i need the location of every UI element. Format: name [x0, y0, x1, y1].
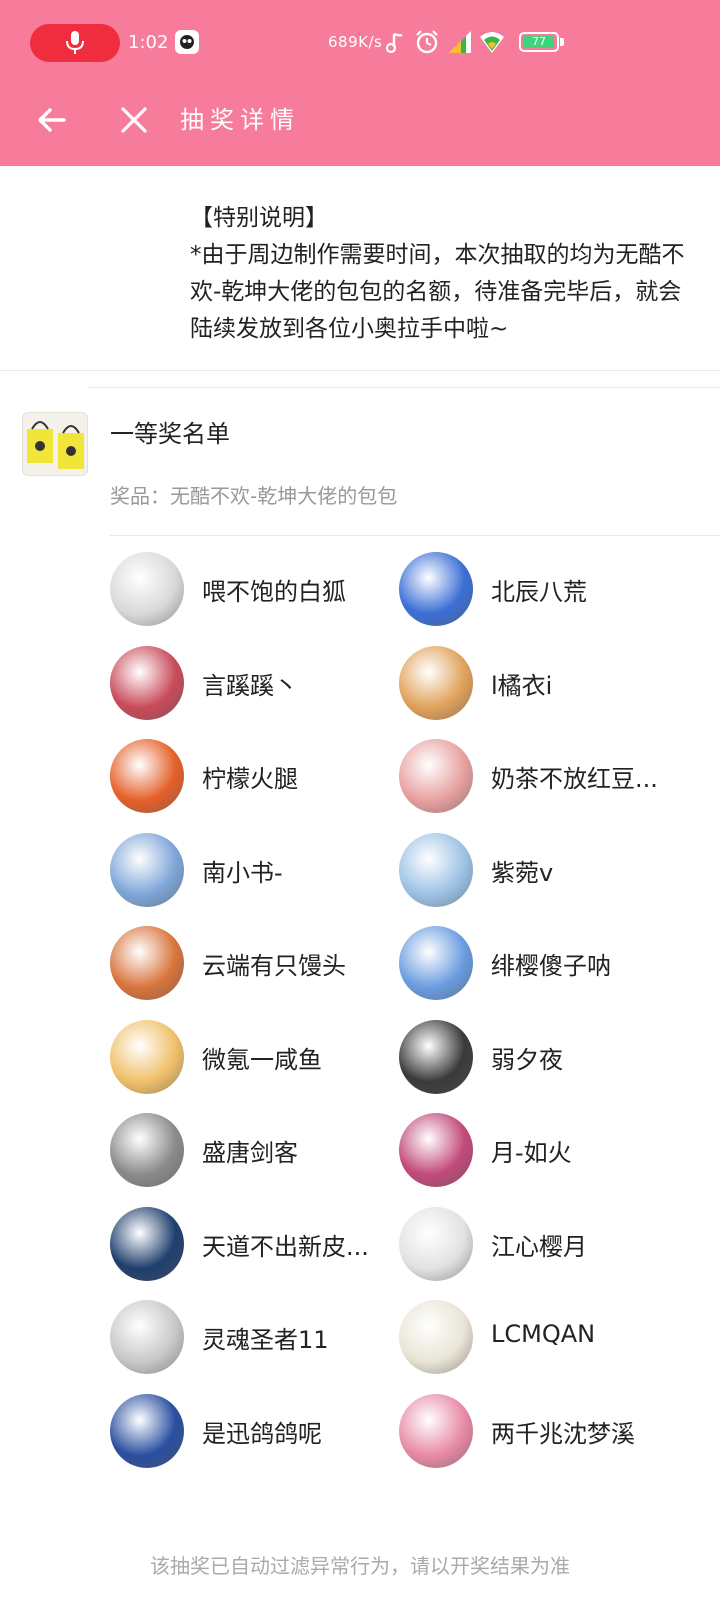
arrow-left-icon — [38, 108, 66, 132]
winner-item[interactable]: LCMQAN — [399, 1300, 689, 1376]
avatar[interactable] — [110, 1019, 184, 1094]
winner-item[interactable]: 云端有只馒头 — [110, 926, 400, 1002]
avatar[interactable] — [110, 832, 184, 907]
avatar[interactable] — [399, 1393, 473, 1468]
winner-name: 盛唐剑客 — [202, 1139, 298, 1167]
wifi-icon — [480, 32, 504, 53]
winner-name: 云端有只馒头 — [202, 952, 346, 980]
avatar[interactable] — [110, 1113, 184, 1187]
winner-name: 言蹊蹊丶 — [202, 671, 298, 700]
avatar[interactable] — [110, 645, 184, 720]
winner-item[interactable]: 灵魂圣者11 — [110, 1300, 400, 1376]
status-bar: 1:02 689K/s 77 — [0, 0, 720, 84]
note-heading: 【特别说明】 — [190, 205, 328, 231]
winner-name: 紫菀v — [491, 858, 554, 887]
mic-icon — [66, 31, 84, 54]
top-bar: 1:02 689K/s 77 抽奖详情 — [0, 0, 720, 166]
avatar[interactable] — [399, 1300, 473, 1374]
winner-item[interactable]: 月-如火 — [399, 1113, 689, 1189]
avatar[interactable] — [110, 1393, 184, 1468]
music-icon — [385, 32, 403, 54]
tote-bag-image — [27, 421, 84, 469]
divider — [0, 370, 720, 371]
avatar[interactable] — [110, 739, 184, 813]
winner-name: LCMQAN — [491, 1320, 596, 1348]
winner-item[interactable]: 天道不出新皮... — [110, 1206, 400, 1283]
winner-name: l橘衣i — [491, 671, 553, 700]
avatar[interactable] — [399, 1206, 473, 1281]
avatar[interactable] — [399, 832, 473, 907]
winner-item[interactable]: 微氪一咸鱼 — [110, 1019, 400, 1096]
winner-name: 灵魂圣者11 — [202, 1326, 329, 1354]
battery-tip — [560, 38, 564, 46]
winner-item[interactable]: 北辰八荒 — [399, 552, 689, 628]
alarm-icon — [416, 30, 438, 54]
winner-item[interactable]: 柠檬火腿 — [110, 739, 400, 815]
prize-item: 无酷不欢-乾坤大佬的包包 — [170, 484, 398, 508]
avatar[interactable] — [399, 926, 473, 1000]
prize-label: 奖品： — [110, 484, 170, 508]
winner-item[interactable]: 南小书- — [110, 832, 400, 909]
note-body: *由于周边制作需要时间，本次抽取的均为无酷不欢-乾坤大佬的包包的名额，待准备完毕… — [190, 242, 685, 342]
winner-item[interactable]: 绯樱傻子呐 — [399, 926, 689, 1002]
app-notification-icon — [175, 30, 199, 54]
avatar[interactable] — [110, 552, 184, 626]
recording-indicator[interactable] — [30, 24, 120, 62]
winner-name: 北辰八荒 — [491, 578, 587, 606]
avatar[interactable] — [399, 552, 473, 626]
prize-image[interactable] — [22, 412, 88, 476]
winner-name: 绯樱傻子呐 — [491, 952, 611, 980]
winner-item[interactable]: 是迅鸽鸽呢 — [110, 1393, 400, 1470]
winner-name: 两千兆沈梦溪 — [491, 1419, 635, 1448]
battery-icon: 77 — [519, 32, 559, 52]
winner-name: 微氪一咸鱼 — [202, 1045, 322, 1074]
avatar[interactable] — [110, 926, 184, 1000]
navigation-bar: 抽奖详情 — [0, 84, 720, 166]
avatar[interactable] — [110, 1206, 184, 1281]
winner-item[interactable]: 弱夕夜 — [399, 1019, 689, 1096]
winner-item[interactable]: 言蹊蹊丶 — [110, 645, 400, 722]
battery-level: 77 — [532, 35, 546, 48]
winner-item[interactable]: 喂不饱的白狐 — [110, 552, 400, 628]
winner-name: 奶茶不放红豆... — [491, 765, 658, 793]
winner-name: 天道不出新皮... — [202, 1232, 369, 1261]
page-title: 抽奖详情 — [180, 106, 300, 134]
winner-name: 江心樱月 — [491, 1232, 587, 1261]
winner-item[interactable]: 盛唐剑客 — [110, 1113, 400, 1189]
winner-item[interactable]: l橘衣i — [399, 645, 689, 722]
winner-item[interactable]: 紫菀v — [399, 832, 689, 909]
avatar[interactable] — [399, 1019, 473, 1094]
avatar[interactable] — [399, 645, 473, 720]
winner-name: 是迅鸽鸽呢 — [202, 1419, 322, 1448]
signal-icon — [449, 31, 471, 53]
back-button[interactable] — [30, 98, 74, 142]
winner-name: 柠檬火腿 — [202, 765, 298, 793]
winner-item[interactable]: 两千兆沈梦溪 — [399, 1393, 689, 1470]
special-note: 【特别说明】 *由于周边制作需要时间，本次抽取的均为无酷不欢-乾坤大佬的包包的名… — [190, 200, 700, 348]
prize-title: 一等奖名单 — [110, 420, 230, 448]
winner-item[interactable]: 奶茶不放红豆... — [399, 739, 689, 815]
close-button[interactable] — [112, 98, 156, 142]
status-time: 1:02 — [128, 32, 169, 53]
network-speed: 689K/s — [328, 33, 383, 51]
winner-name: 弱夕夜 — [491, 1045, 563, 1074]
winner-item[interactable]: 江心樱月 — [399, 1206, 689, 1283]
divider — [88, 387, 720, 388]
close-icon — [121, 107, 147, 133]
divider — [110, 535, 720, 536]
footer-note: 该抽奖已自动过滤异常行为，请以开奖结果为准 — [150, 1554, 570, 1578]
prize-description: 奖品：无酷不欢-乾坤大佬的包包 — [110, 480, 397, 509]
avatar[interactable] — [399, 739, 473, 813]
avatar[interactable] — [110, 1300, 184, 1374]
avatar[interactable] — [399, 1113, 473, 1187]
winner-name: 月-如火 — [491, 1139, 572, 1167]
winner-name: 南小书- — [202, 858, 283, 887]
winner-name: 喂不饱的白狐 — [202, 578, 346, 606]
